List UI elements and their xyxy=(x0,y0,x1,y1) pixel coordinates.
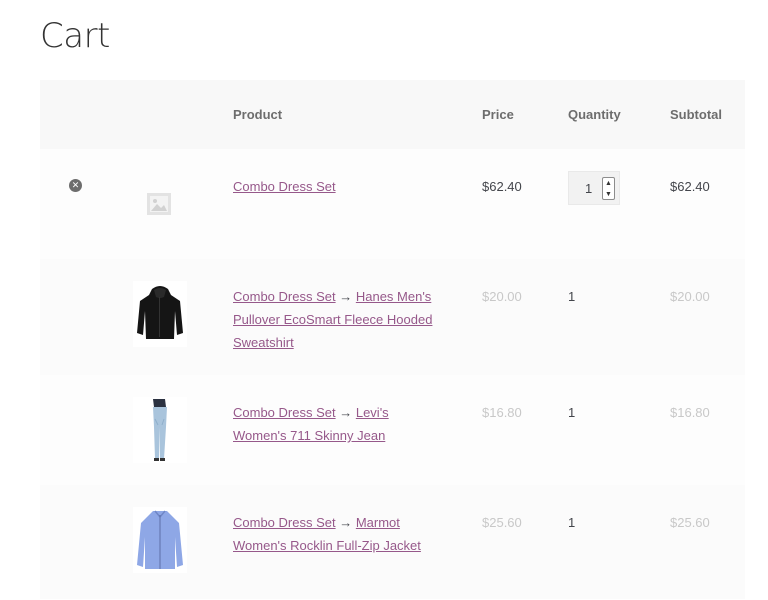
product-name: Combo Dress Set → Levi's Women's 711 Ski… xyxy=(233,401,443,447)
item-price: $16.80 xyxy=(482,405,522,420)
page-title: Cart xyxy=(40,16,110,56)
table-row: Combo Dress Set → Hanes Men's Pullover E… xyxy=(40,259,745,375)
table-row: Combo Dress Set → Marmot Women's Rocklin… xyxy=(40,485,745,599)
placeholder-icon xyxy=(147,193,171,215)
item-subtotal: $16.80 xyxy=(670,405,710,420)
product-name: Combo Dress Set → Hanes Men's Pullover E… xyxy=(233,285,443,354)
parent-product-link[interactable]: Combo Dress Set xyxy=(233,515,336,530)
chevron-up-icon[interactable]: ▲ xyxy=(603,178,614,189)
arrow-separator: → xyxy=(339,289,356,304)
chevron-down-icon[interactable]: ▼ xyxy=(603,189,614,200)
parent-product-link[interactable]: Combo Dress Set xyxy=(233,405,336,420)
quantity-value: 1 xyxy=(585,181,593,196)
item-price: $20.00 xyxy=(482,289,522,304)
quantity-value: 1 xyxy=(568,515,576,530)
table-row: ✕ Combo Dress Set $62.40 1 ▲ ▼ $62.40 xyxy=(40,149,745,259)
arrow-separator: → xyxy=(339,405,356,420)
cart-table: Product Price Quantity Subtotal ✕ Combo … xyxy=(40,80,745,599)
quantity-value: 1 xyxy=(568,405,576,420)
quantity-value: 1 xyxy=(568,289,576,304)
skinny-jeans-image[interactable] xyxy=(133,397,187,463)
item-subtotal: $62.40 xyxy=(670,179,710,194)
black-hoodie-image[interactable] xyxy=(133,281,187,347)
blue-jacket-image[interactable] xyxy=(133,507,187,573)
quantity-spinner[interactable]: ▲ ▼ xyxy=(602,177,615,200)
cart-page: Cart Product Price Quantity Subtotal ✕ C… xyxy=(0,0,768,600)
header-subtotal: Subtotal xyxy=(670,107,722,122)
item-price: $25.60 xyxy=(482,515,522,530)
item-subtotal: $20.00 xyxy=(670,289,710,304)
arrow-separator: → xyxy=(339,515,356,530)
header-quantity: Quantity xyxy=(568,107,621,122)
product-name: Combo Dress Set → Marmot Women's Rocklin… xyxy=(233,511,443,557)
item-price: $62.40 xyxy=(482,179,522,194)
table-header: Product Price Quantity Subtotal xyxy=(40,80,745,149)
table-row: Combo Dress Set → Levi's Women's 711 Ski… xyxy=(40,375,745,485)
header-product: Product xyxy=(233,107,283,122)
quantity-stepper[interactable]: 1 ▲ ▼ xyxy=(568,171,620,205)
parent-product-link[interactable]: Combo Dress Set xyxy=(233,289,336,304)
remove-item-icon[interactable]: ✕ xyxy=(69,179,82,192)
product-name: Combo Dress Set xyxy=(233,175,443,198)
product-link[interactable]: Combo Dress Set xyxy=(233,179,336,194)
item-subtotal: $25.60 xyxy=(670,515,710,530)
header-price: Price xyxy=(482,107,514,122)
